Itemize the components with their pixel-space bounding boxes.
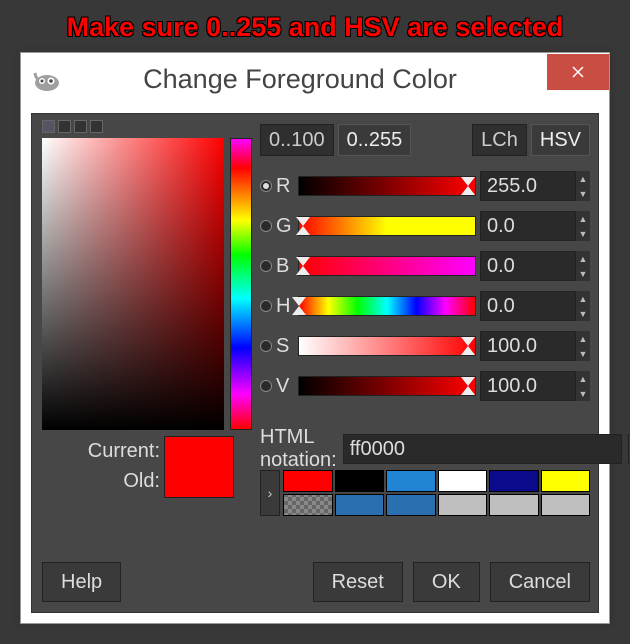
channel-row-g: G ▲▼ bbox=[260, 206, 590, 246]
saturation-value-field[interactable] bbox=[42, 138, 224, 430]
current-label: Current: bbox=[88, 440, 160, 463]
channel-row-h: H▲▼ bbox=[260, 286, 590, 326]
picker-tab-palette[interactable] bbox=[90, 120, 103, 133]
channel-row-b: B ▲▼ bbox=[260, 246, 590, 286]
channel-slider-g[interactable] bbox=[298, 216, 476, 236]
spin-up-icon[interactable]: ▲ bbox=[576, 211, 590, 226]
color-model-tabs: LCh HSV bbox=[472, 124, 590, 156]
channel-slider-s[interactable] bbox=[298, 336, 476, 356]
chevron-right-icon: › bbox=[268, 485, 273, 501]
swatch-11[interactable] bbox=[541, 494, 591, 516]
channel-slider-b[interactable] bbox=[298, 256, 476, 276]
channel-label-v: V bbox=[276, 375, 294, 398]
swatch-7[interactable] bbox=[335, 494, 385, 516]
channel-label-b: B bbox=[276, 255, 294, 278]
channel-row-v: V ▲▼ bbox=[260, 366, 590, 406]
channel-spin-g: ▲▼ bbox=[480, 211, 590, 241]
channel-radio-g[interactable] bbox=[260, 220, 272, 232]
color-dialog-window: Change Foreground Color 0..100 0..255 LC… bbox=[20, 52, 610, 624]
channel-input-b[interactable] bbox=[480, 251, 576, 281]
range-tabs: 0..100 0..255 bbox=[260, 124, 411, 156]
spin-down-icon[interactable]: ▼ bbox=[576, 226, 590, 241]
color-preview-box bbox=[164, 436, 234, 498]
swatch-grid bbox=[283, 470, 590, 516]
swatch-10[interactable] bbox=[489, 494, 539, 516]
channel-label-r: R bbox=[276, 175, 294, 198]
range-tab-0-255[interactable]: 0..255 bbox=[338, 124, 412, 156]
channel-row-r: R ▲▼ bbox=[260, 166, 590, 206]
channel-spin-v: ▲▼ bbox=[480, 371, 590, 401]
channel-sliders: R▲▼G▲▼B▲▼H▲▼S▲▼V▲▼ bbox=[260, 166, 590, 406]
titlebar: Change Foreground Color bbox=[21, 53, 609, 105]
picker-mode-tabs bbox=[42, 120, 103, 133]
channel-radio-b[interactable] bbox=[260, 260, 272, 272]
close-button[interactable] bbox=[547, 54, 609, 90]
swatch-5[interactable] bbox=[541, 470, 591, 492]
channel-radio-s[interactable] bbox=[260, 340, 272, 352]
hue-strip[interactable] bbox=[230, 138, 252, 430]
ok-button[interactable]: OK bbox=[413, 562, 480, 602]
dialog-body: 0..100 0..255 LCh HSV R▲▼G▲▼B▲▼H▲▼S▲▼V▲▼… bbox=[31, 113, 599, 613]
cancel-button[interactable]: Cancel bbox=[490, 562, 590, 602]
swatch-8[interactable] bbox=[386, 494, 436, 516]
picker-tab-gimp[interactable] bbox=[42, 120, 55, 133]
picker-tab-wheel[interactable] bbox=[74, 120, 87, 133]
channel-label-g: G bbox=[276, 215, 294, 238]
channel-radio-h[interactable] bbox=[260, 300, 272, 312]
spin-down-icon[interactable]: ▼ bbox=[576, 186, 590, 201]
instruction-text: Make sure 0..255 and HSV are selected bbox=[0, 0, 630, 51]
channel-row-s: S ▲▼ bbox=[260, 326, 590, 366]
channel-spin-b: ▲▼ bbox=[480, 251, 590, 281]
swatch-3[interactable] bbox=[438, 470, 488, 492]
dialog-buttons: Help Reset OK Cancel bbox=[42, 562, 590, 602]
old-label: Old: bbox=[123, 470, 160, 493]
window-title: Change Foreground Color bbox=[73, 64, 547, 95]
html-notation-input[interactable] bbox=[343, 434, 622, 464]
channel-slider-r[interactable] bbox=[298, 176, 476, 196]
help-button[interactable]: Help bbox=[42, 562, 121, 602]
channel-input-g[interactable] bbox=[480, 211, 576, 241]
channel-input-v[interactable] bbox=[480, 371, 576, 401]
channel-slider-v[interactable] bbox=[298, 376, 476, 396]
range-tab-0-100[interactable]: 0..100 bbox=[260, 124, 334, 156]
html-notation-label: HTML notation: bbox=[260, 426, 337, 472]
channel-spin-r: ▲▼ bbox=[480, 171, 590, 201]
channel-input-r[interactable] bbox=[480, 171, 576, 201]
spin-down-icon[interactable]: ▼ bbox=[576, 306, 590, 321]
channel-label-s: S bbox=[276, 335, 294, 358]
channel-radio-v[interactable] bbox=[260, 380, 272, 392]
swatch-1[interactable] bbox=[335, 470, 385, 492]
swatch-expand-button[interactable]: › bbox=[260, 470, 280, 516]
swatch-4[interactable] bbox=[489, 470, 539, 492]
reset-button[interactable]: Reset bbox=[313, 562, 403, 602]
channel-spin-s: ▲▼ bbox=[480, 331, 590, 361]
spin-up-icon[interactable]: ▲ bbox=[576, 291, 590, 306]
channel-input-s[interactable] bbox=[480, 331, 576, 361]
html-notation-row: HTML notation: bbox=[260, 432, 590, 466]
channel-spin-h: ▲▼ bbox=[480, 291, 590, 321]
picker-tab-cmyk[interactable] bbox=[58, 120, 71, 133]
swatch-6[interactable] bbox=[283, 494, 333, 516]
swatch-0[interactable] bbox=[283, 470, 333, 492]
close-icon bbox=[571, 65, 585, 79]
channel-slider-h[interactable] bbox=[298, 296, 476, 316]
spin-up-icon[interactable]: ▲ bbox=[576, 371, 590, 386]
swatch-9[interactable] bbox=[438, 494, 488, 516]
spin-down-icon[interactable]: ▼ bbox=[576, 346, 590, 361]
spin-up-icon[interactable]: ▲ bbox=[576, 171, 590, 186]
gimp-icon bbox=[31, 63, 63, 95]
swatch-2[interactable] bbox=[386, 470, 436, 492]
model-tab-lch[interactable]: LCh bbox=[472, 124, 527, 156]
spin-up-icon[interactable]: ▲ bbox=[576, 251, 590, 266]
spin-down-icon[interactable]: ▼ bbox=[576, 386, 590, 401]
spin-up-icon[interactable]: ▲ bbox=[576, 331, 590, 346]
model-tab-hsv[interactable]: HSV bbox=[531, 124, 590, 156]
channel-radio-r[interactable] bbox=[260, 180, 272, 192]
channel-input-h[interactable] bbox=[480, 291, 576, 321]
swatch-history: › bbox=[260, 470, 590, 516]
spin-down-icon[interactable]: ▼ bbox=[576, 266, 590, 281]
